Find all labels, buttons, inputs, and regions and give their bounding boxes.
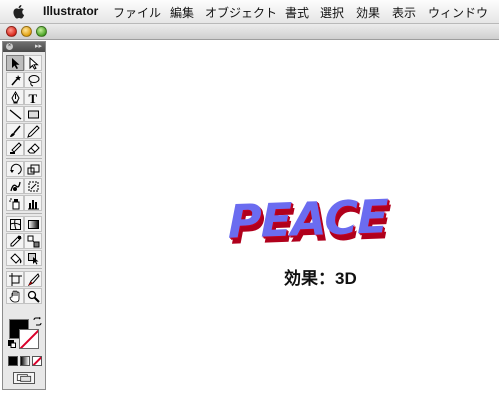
eyedropper-tool[interactable]	[6, 233, 24, 249]
paint-bucket-icon	[10, 253, 22, 264]
pencil-icon	[27, 125, 40, 138]
document-window-titlebar	[0, 24, 499, 40]
window-minimize-button[interactable]	[21, 26, 32, 37]
blend-icon	[27, 235, 40, 248]
live-paint-bucket-tool[interactable]	[6, 250, 24, 266]
live-paint-selection-icon	[28, 253, 39, 265]
magic-wand-tool[interactable]	[6, 72, 24, 88]
column-graph-icon	[28, 200, 39, 210]
peace-headline: PEACE	[228, 189, 388, 249]
mesh-icon	[10, 219, 21, 230]
eraser-icon	[27, 143, 40, 154]
hand-tool[interactable]	[6, 288, 24, 304]
default-colors-icon[interactable]	[8, 340, 16, 348]
screen-mode-button[interactable]	[13, 372, 35, 384]
none-mode-button[interactable]	[32, 356, 42, 366]
blob-brush-tool[interactable]	[6, 140, 24, 156]
gradient-tool[interactable]	[24, 216, 42, 232]
line-segment-tool[interactable]	[6, 106, 24, 122]
symbol-sprayer-icon	[9, 198, 20, 210]
menu-window[interactable]: ウィンドウ	[428, 4, 488, 21]
menu-type[interactable]: 書式	[285, 4, 309, 21]
rectangle-icon	[28, 110, 39, 119]
direct-selection-tool[interactable]	[24, 55, 42, 71]
rotate-tool[interactable]	[6, 161, 24, 177]
eraser-tool[interactable]	[24, 140, 42, 156]
menu-effect[interactable]: 効果	[356, 4, 380, 21]
pen-nib-icon	[11, 91, 20, 104]
tools-panel-header[interactable]: × ▸▸	[3, 42, 45, 52]
free-transform-tool[interactable]	[24, 178, 42, 194]
pencil-tool[interactable]	[24, 123, 42, 139]
line-segment-icon	[9, 109, 22, 120]
stroke-color-swatch[interactable]	[19, 329, 39, 349]
menu-view[interactable]: 表示	[392, 4, 416, 21]
paintbrush-tool[interactable]	[6, 123, 24, 139]
artboard-tool[interactable]	[6, 271, 24, 287]
rectangle-tool[interactable]	[24, 106, 42, 122]
artwork-3d-text: PEACE PEACE	[228, 189, 448, 262]
tool-divider	[6, 213, 42, 214]
direct-selection-arrow-icon	[29, 57, 39, 70]
blend-tool[interactable]	[24, 233, 42, 249]
selection-tool[interactable]	[6, 55, 24, 71]
menu-select[interactable]: 選択	[320, 4, 344, 21]
screen-mode-icon	[16, 374, 32, 382]
window-zoom-button[interactable]	[36, 26, 47, 37]
panel-close-icon[interactable]: ×	[6, 43, 13, 50]
lasso-tool[interactable]	[24, 72, 42, 88]
type-t-icon: T	[29, 91, 38, 104]
gradient-icon	[28, 220, 39, 229]
artboard-icon	[9, 273, 22, 286]
menu-object[interactable]: オブジェクト	[205, 4, 277, 21]
menu-edit[interactable]: 編集	[170, 4, 194, 21]
eyedropper-icon	[10, 235, 22, 247]
zoom-tool[interactable]	[24, 288, 42, 304]
rotate-icon	[10, 163, 22, 175]
tool-divider	[6, 158, 42, 159]
free-transform-icon	[28, 181, 39, 192]
column-graph-tool[interactable]	[24, 195, 42, 211]
symbol-sprayer-tool[interactable]	[6, 195, 24, 211]
slice-knife-icon	[27, 273, 40, 286]
svg-text:T: T	[29, 91, 38, 104]
slice-tool[interactable]	[24, 271, 42, 287]
menu-bar: Illustrator ファイル 編集 オブジェクト 書式 選択 効果 表示 ウ…	[0, 0, 499, 24]
pen-tool[interactable]	[6, 89, 24, 105]
apple-icon[interactable]	[12, 4, 26, 19]
warp-icon	[10, 181, 21, 192]
mesh-tool[interactable]	[6, 216, 24, 232]
type-tool[interactable]: T	[24, 89, 42, 105]
blob-brush-icon	[10, 142, 22, 154]
scale-icon	[27, 164, 40, 175]
warp-tool[interactable]	[6, 178, 24, 194]
hand-icon	[9, 290, 20, 303]
magic-wand-icon	[11, 75, 21, 86]
scale-tool[interactable]	[24, 161, 42, 177]
window-close-button[interactable]	[6, 26, 17, 37]
swap-fill-stroke-icon[interactable]	[33, 317, 42, 326]
live-paint-selection-tool[interactable]	[24, 250, 42, 266]
gradient-mode-button[interactable]	[20, 356, 30, 366]
app-menu-illustrator[interactable]: Illustrator	[43, 4, 98, 18]
magnifier-icon	[27, 290, 40, 303]
paintbrush-icon	[10, 125, 21, 137]
menu-file[interactable]: ファイル	[113, 4, 161, 21]
color-mode-button[interactable]	[8, 356, 18, 366]
selection-arrow-icon	[12, 58, 20, 69]
effect-caption: 効果：3D	[284, 269, 357, 288]
lasso-icon	[28, 75, 40, 87]
tools-panel: × ▸▸ T	[2, 41, 46, 390]
tool-divider	[6, 268, 42, 269]
panel-collapse-icon[interactable]: ▸▸	[35, 42, 42, 52]
